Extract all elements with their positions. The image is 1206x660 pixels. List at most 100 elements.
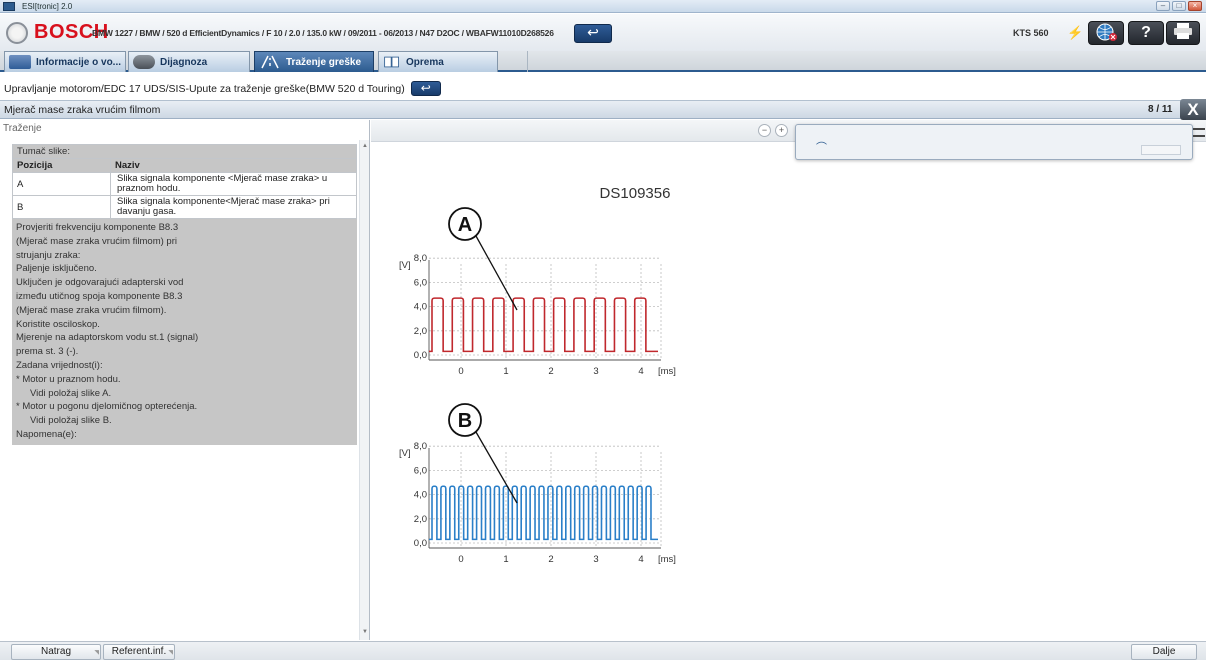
y-tick-label: 0,0 bbox=[414, 538, 427, 549]
window-title: ESI[tronic] 2.0 bbox=[22, 2, 73, 11]
close-icon: X bbox=[1187, 100, 1199, 119]
corner-icon: ◥ bbox=[94, 650, 99, 656]
left-scrollbar[interactable]: ▲ ▼ bbox=[359, 140, 369, 640]
y-tick-label: 4,0 bbox=[414, 302, 427, 313]
corner-icon: ◥ bbox=[168, 650, 173, 656]
main-tabs: Informacije o vo... Dijagnoza Traženje g… bbox=[0, 51, 1206, 72]
back-button[interactable]: Natrag ◥ bbox=[11, 644, 101, 660]
procedure-line: Mjerenje na adaptorskom vodu st.1 (signa… bbox=[16, 332, 199, 344]
bottom-bar: Natrag ◥ Referent.inf. ◥ Dalje bbox=[0, 641, 1206, 660]
procedure-line: * Motor u pogonu djelomičnog opterećenja… bbox=[16, 401, 198, 413]
breadcrumb-text: Upravljanje motorom/EDC 17 UDS/SIS-Upute… bbox=[4, 82, 405, 95]
printer-icon bbox=[1174, 23, 1192, 39]
procedure-line: (Mjerač mase zraka vrućim filmom). bbox=[16, 304, 167, 316]
procedure-line: strujanju zraka: bbox=[16, 249, 81, 261]
tab-troubleshooting[interactable]: Traženje greške bbox=[254, 51, 374, 72]
globe-icon bbox=[1096, 23, 1117, 41]
procedure-line: prema st. 3 (-). bbox=[16, 346, 79, 358]
procedure-line: Provjeriti frekvenciju komponente B8.3 bbox=[16, 222, 179, 233]
legend-table: Tumač slike: Pozicija Naziv A Slika sign… bbox=[12, 144, 357, 219]
y-unit-label: [V] bbox=[399, 448, 411, 459]
road-icon bbox=[261, 55, 279, 69]
callout-label: B bbox=[458, 410, 472, 432]
x-tick-label: 1 bbox=[503, 554, 508, 565]
tab-equipment[interactable]: Oprema bbox=[378, 51, 498, 72]
menu-icon[interactable] bbox=[1193, 128, 1205, 137]
y-unit-label: [V] bbox=[399, 260, 411, 271]
gauge-popup: ⌒ bbox=[795, 124, 1193, 160]
bosch-mark-icon bbox=[6, 21, 28, 44]
gauge-icon[interactable]: ⌒ bbox=[816, 139, 838, 154]
y-tick-label: 4,0 bbox=[414, 490, 427, 501]
search-label[interactable]: Traženje bbox=[3, 123, 42, 134]
device-name: KTS 560 bbox=[1013, 28, 1049, 38]
minimize-button[interactable]: – bbox=[1156, 1, 1170, 11]
tab-vehicle-info[interactable]: Informacije o vo... bbox=[4, 51, 126, 72]
close-window-button[interactable]: × bbox=[1188, 1, 1202, 11]
x-tick-label: 0 bbox=[458, 366, 463, 377]
app-header: BOSCH BMW 1227 / BMW / 520 d EfficientDy… bbox=[0, 14, 1206, 51]
oscilloscope-diagram: DS109356 0,02,04,06,08,00 1 2 3 4[V][ms]A0,0… bbox=[399, 185, 676, 565]
procedure-line: Napomena(e): bbox=[16, 428, 77, 440]
y-tick-label: 2,0 bbox=[414, 326, 427, 337]
x-tick-label: 4 bbox=[638, 366, 643, 377]
x-tick-label: 4 bbox=[638, 554, 643, 565]
vehicle-back-button[interactable]: ↩ bbox=[574, 24, 612, 43]
scroll-down-icon[interactable]: ▼ bbox=[361, 628, 369, 636]
row-name: Slika signala komponente <Mjerač mase zr… bbox=[110, 172, 357, 196]
zoom-in-icon[interactable]: + bbox=[775, 124, 788, 137]
back-arrow-icon: ↩ bbox=[420, 81, 431, 95]
diagram-id: DS109356 bbox=[600, 185, 671, 202]
legend-info: Tumač slike: Pozicija Naziv A Slika sign… bbox=[12, 144, 357, 445]
table-row: A Slika signala komponente <Mjerač mase … bbox=[12, 172, 357, 196]
left-panel: Traženje ▲ ▼ Tumač slike: Pozicija Naziv… bbox=[0, 120, 370, 640]
help-button[interactable]: ? bbox=[1128, 21, 1164, 45]
tab-spacer bbox=[498, 51, 528, 72]
procedure-line: Uključen je odgovarajući adapterski vod bbox=[16, 277, 184, 289]
zoom-out-icon[interactable]: − bbox=[758, 124, 771, 137]
next-button[interactable]: Dalje bbox=[1131, 644, 1197, 660]
x-tick-label: 2 bbox=[548, 554, 553, 565]
page-title-bar: Mjerač mase zraka vrućim filmom 8 / 11 bbox=[0, 100, 1206, 119]
legend-title: Tumač slike: bbox=[12, 144, 357, 159]
row-position: A bbox=[12, 172, 111, 196]
procedure-line: između utičnog spoja komponente B8.3 bbox=[16, 290, 183, 302]
book-icon bbox=[384, 56, 399, 68]
plots: 0,0 2,0 4,0 6,0 8,0 0 1 2 3 4 [V] [ms] A 0,0 2,0 4,0 6,0… bbox=[399, 207, 676, 565]
scroll-up-icon[interactable]: ▲ bbox=[361, 142, 369, 150]
row-name: Slika signala komponente<Mjerač mase zra… bbox=[110, 195, 357, 219]
breadcrumb-back-button[interactable]: ↩ bbox=[410, 81, 441, 96]
help-icon: ? bbox=[1141, 24, 1151, 41]
breadcrumb: Upravljanje motorom/EDC 17 UDS/SIS-Upute… bbox=[0, 79, 1206, 98]
car-icon bbox=[9, 55, 31, 69]
tab-diagnosis[interactable]: Dijagnoza bbox=[128, 51, 250, 72]
row-position: B bbox=[12, 195, 111, 219]
y-tick-label: 6,0 bbox=[414, 465, 427, 476]
title-bar: ESI[tronic] 2.0 – □ × bbox=[0, 0, 1206, 13]
y-tick-label: 2,0 bbox=[414, 514, 427, 525]
signal-trace-b bbox=[429, 485, 658, 541]
table-row: B Slika signala komponente<Mjerač mase z… bbox=[12, 195, 357, 219]
x-tick-label: 1 bbox=[503, 366, 508, 377]
reference-info-button[interactable]: Referent.inf. ◥ bbox=[103, 644, 175, 660]
x-unit-label: [ms] bbox=[658, 366, 676, 377]
print-button[interactable] bbox=[1166, 21, 1200, 45]
maximize-button[interactable]: □ bbox=[1172, 1, 1186, 11]
diagnosis-icon bbox=[133, 55, 155, 69]
x-tick-label: 2 bbox=[548, 366, 553, 377]
globe-network-icon[interactable] bbox=[1088, 21, 1124, 45]
y-tick-label: 8,0 bbox=[414, 253, 427, 264]
app-icon bbox=[3, 2, 15, 11]
x-unit-label: [ms] bbox=[658, 554, 676, 565]
procedure-line: (Mjerač mase zraka vrućim filmom) pri bbox=[16, 235, 177, 247]
window-controls: – □ × bbox=[1156, 1, 1202, 12]
connection-signal-icon: ⚡ bbox=[1067, 25, 1084, 40]
popup-button[interactable] bbox=[1141, 145, 1181, 155]
close-page-button[interactable]: X bbox=[1180, 99, 1206, 120]
y-tick-label: 0,0 bbox=[414, 350, 427, 361]
x-tick-label: 3 bbox=[593, 366, 598, 377]
column-header-position: Pozicija bbox=[12, 158, 111, 173]
vehicle-info: BMW 1227 / BMW / 520 d EfficientDynamics… bbox=[92, 28, 554, 38]
procedure-line: Paljenje isključeno. bbox=[16, 263, 97, 275]
page-title: Mjerač mase zraka vrućim filmom bbox=[4, 104, 161, 116]
